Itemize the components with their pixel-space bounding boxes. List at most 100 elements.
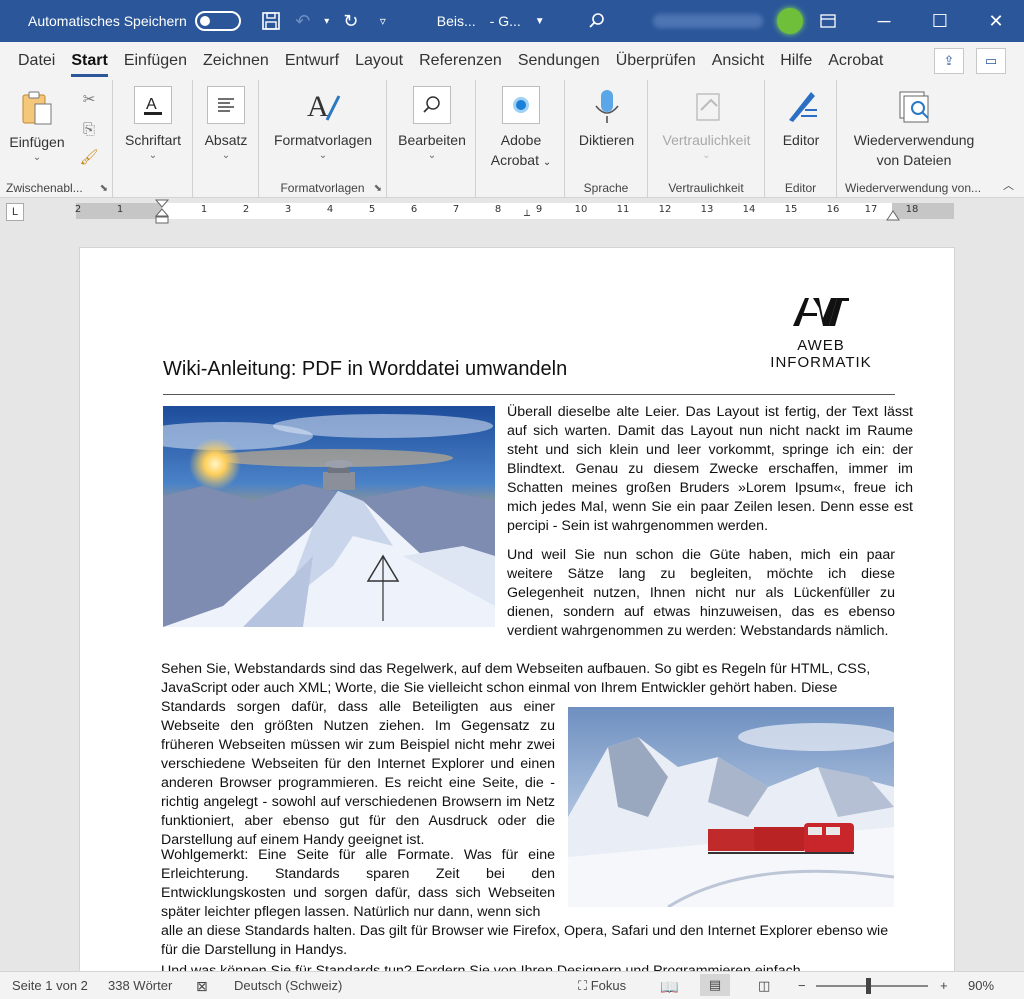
page-title[interactable]: Wiki-Anleitung: PDF in Worddatei umwande… [163,358,567,381]
avatar[interactable] [776,8,803,34]
ruler-label: 1 [116,204,124,215]
tab-selector[interactable]: L [6,203,24,221]
ruler-label: 5 [368,204,376,215]
share-icon[interactable]: ⇪ [934,48,964,74]
close-icon[interactable]: ✕ [968,0,1024,42]
tab-layout[interactable]: Layout [347,42,411,80]
user-name[interactable] [652,14,763,28]
tab-stop-icon[interactable]: ┴ [524,211,530,222]
tab-entwurf[interactable]: Entwurf [277,42,347,80]
horizontal-ruler[interactable]: 2 1 1 2 3 4 5 6 7 8 9 10 11 12 13 14 15 … [75,199,954,224]
autosave-label: Automatisches Speichern [28,13,187,29]
paragraph-2[interactable]: Und weil Sie nun schon die Güte haben, m… [507,546,895,641]
train-photo[interactable] [568,707,894,907]
chevron-down-icon: ▼ [534,15,545,27]
copy-icon[interactable]: ⎘ [78,118,100,140]
paragraph-1[interactable]: Überall dieselbe alte Leier. Das Layout … [507,403,913,536]
logo-text: AWEB INFORMATIK [770,337,872,371]
read-mode-icon[interactable]: 📖 [660,978,679,996]
zoom-slider[interactable] [816,985,928,987]
focus-button[interactable]: ⛶ Fokus [578,978,626,994]
undo-dropdown-icon[interactable]: ▾ [319,5,335,37]
paragraph-4-end[interactable]: alle an diese Standards halten. Das gilt… [161,922,897,960]
customize-toolbar-icon[interactable]: ▿ [367,5,399,37]
dialog-launcher-icon[interactable]: ⬊ [100,183,108,194]
web-layout-icon[interactable]: ◫ [758,978,770,994]
tab-sendungen[interactable]: Sendungen [510,42,608,80]
format-painter-icon[interactable]: 🖌 [78,146,100,168]
document-title[interactable]: Beis... - G... ▼ [437,13,545,29]
reuse-files-group: Wiederverwendung von Dateien Wiederverwe… [837,80,989,198]
paragraph-5[interactable]: Und was können Sie für Standards tun? Fo… [161,962,897,971]
paragraph-3-intro[interactable]: Sehen Sie, Webstandards sind das Regelwe… [161,660,897,698]
tab-start[interactable]: Start [63,42,115,80]
redo-icon[interactable]: ↻ [335,5,367,37]
proofing-icon[interactable]: ⊠ [196,978,208,995]
language-indicator[interactable]: Deutsch (Schweiz) [234,978,342,993]
tab-referenzen[interactable]: Referenzen [411,42,510,80]
search-icon [413,86,451,124]
tab-zeichnen[interactable]: Zeichnen [195,42,277,80]
document-page[interactable]: AWEB INFORMATIK Wiki-Anleitung: PDF in W… [79,247,955,971]
status-bar: Seite 1 von 2 338 Wörter ⊠ Deutsch (Schw… [0,971,1024,999]
focus-label: Fokus [590,978,627,993]
editing-button[interactable]: Bearbeiten ⌄ [393,86,471,162]
adobe-label-1: Adobe [500,132,542,148]
mountain-photo[interactable] [163,406,495,627]
right-indent-marker-icon[interactable] [886,209,900,221]
styles-button[interactable]: A Formatvorlagen ⌄ [265,86,381,162]
paragraph-3-body[interactable]: Standards sorgen dafür, dass alle Beteil… [161,698,555,850]
reuse-files-button[interactable]: Wiederverwendung von Dateien [841,86,987,170]
tab-datei[interactable]: Datei [10,42,63,80]
adobe-group: Adobe Acrobat ⌄ [476,80,565,198]
speech-group: Diktieren Sprache [565,80,648,198]
collapse-ribbon-icon[interactable]: ︿ [1003,177,1014,193]
print-layout-icon[interactable]: ▤ [700,974,730,996]
tab-hilfe[interactable]: Hilfe [772,42,820,80]
autosave[interactable]: Automatisches Speichern [28,11,241,31]
styles-label: Formatvorlagen [273,132,373,148]
maximize-icon[interactable]: ☐ [912,0,968,42]
svg-text:A: A [146,96,157,113]
dictate-button[interactable]: Diktieren [569,86,644,150]
word-count[interactable]: 338 Wörter [108,978,172,993]
title-bar: Automatisches Speichern ↶ ▾ ↻ ▿ Beis... … [0,0,1024,42]
indent-marker-icon[interactable] [155,199,169,225]
dialog-launcher-icon[interactable]: ⬊ [374,183,382,194]
aweb-logo-mark [793,298,849,326]
tab-ansicht[interactable]: Ansicht [704,42,772,80]
sensitivity-button[interactable]: Vertraulichkeit ⌄ [652,86,761,162]
zoom-slider-thumb[interactable] [866,978,871,994]
ribbon-display-icon[interactable] [800,0,856,42]
font-button[interactable]: A Schriftart ⌄ [115,86,191,162]
page-count[interactable]: Seite 1 von 2 [12,978,88,993]
minimize-icon[interactable]: ─ [856,0,912,42]
cut-icon[interactable]: ✂ [78,88,100,110]
zoom-level[interactable]: 90% [968,978,994,993]
adobe-icon [502,86,540,124]
reuse-group-label: Wiederverwendung von... [844,181,982,195]
undo-icon[interactable]: ↶ [287,5,319,37]
paste-label: Einfügen [9,134,65,150]
editor-group-label: Editor [784,181,817,195]
chevron-down-icon: ⌄ [148,150,158,161]
focus-icon: ⛶ [578,978,588,993]
document-canvas[interactable]: AWEB INFORMATIK Wiki-Anleitung: PDF in W… [0,225,1024,971]
comments-icon[interactable]: ▭ [976,48,1006,74]
tab-einfuegen[interactable]: Einfügen [116,42,195,80]
autosave-toggle[interactable] [194,11,241,31]
search-icon[interactable] [581,5,613,37]
adobe-acrobat-button[interactable]: Adobe Acrobat ⌄ [482,86,560,173]
ruler-label: 1 [200,204,208,215]
paragraph-4-body[interactable]: Wohlgemerkt: Eine Seite für alle Formate… [161,846,555,922]
ruler-label: 14 [742,204,756,215]
tab-acrobat[interactable]: Acrobat [820,42,891,80]
paste-button[interactable]: Einfügen ⌄ [6,88,68,164]
save-icon[interactable] [255,5,287,37]
editor-button[interactable]: Editor [769,86,833,150]
paragraph-button[interactable]: Absatz ⌄ [197,86,255,162]
zoom-in-button[interactable]: + [940,978,948,993]
chevron-down-icon: ⌄ [427,150,437,161]
zoom-out-button[interactable]: − [798,978,806,993]
tab-ueberpruefen[interactable]: Überprüfen [608,42,704,80]
